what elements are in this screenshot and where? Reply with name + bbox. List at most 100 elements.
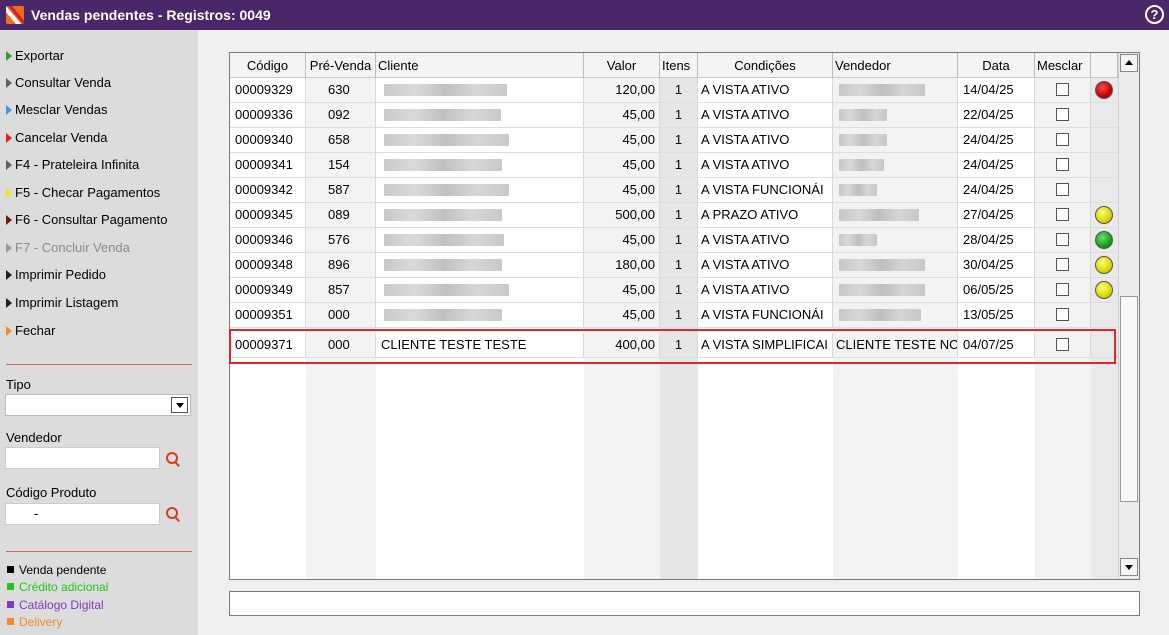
redacted-text (384, 159, 502, 171)
menu-item-1[interactable]: Exportar (6, 48, 64, 70)
cell-valor: 45,00 (584, 153, 660, 177)
orange-arrow-icon (6, 326, 12, 336)
redacted-text (839, 209, 919, 221)
mesclar-checkbox[interactable] (1056, 208, 1069, 221)
cell-vendedor (833, 203, 958, 227)
cell-condicoes: A VISTA ATIVO (698, 228, 833, 252)
vertical-scrollbar[interactable] (1118, 53, 1139, 579)
cell-cliente (376, 178, 584, 202)
menu-item-10[interactable]: Imprimir Listagem (6, 295, 118, 317)
codigo-produto-input[interactable]: - (5, 503, 160, 525)
mesclar-checkbox[interactable] (1056, 233, 1069, 246)
scroll-thumb[interactable] (1120, 296, 1138, 502)
scroll-up-icon[interactable] (1120, 54, 1138, 72)
cell-valor: 500,00 (584, 203, 660, 227)
column-header[interactable] (1091, 53, 1118, 78)
cell-data: 13/05/25 (958, 303, 1035, 327)
table-row[interactable]: 00009341 154 45,00 1 A VISTA ATIVO 24/04/25 (230, 153, 1118, 178)
menu-item-8[interactable]: F7 - Concluir Venda (6, 240, 130, 262)
cell-mesclar (1035, 333, 1091, 357)
cell-cliente (376, 303, 584, 327)
cell-valor: 45,00 (584, 228, 660, 252)
cell-condicoes: A VISTA SIMPLIFICAI (698, 333, 833, 357)
table-row[interactable]: 00009348 896 180,00 1 A VISTA ATIVO 30/04/25 (230, 253, 1118, 278)
menu-item-2[interactable]: Consultar Venda (6, 75, 111, 97)
green-status-icon (1095, 231, 1113, 249)
mesclar-checkbox[interactable] (1056, 133, 1069, 146)
column-header[interactable]: Condições (698, 53, 833, 78)
table-row[interactable]: 00009345 089 500,00 1 A PRAZO ATIVO 27/04/25 (230, 203, 1118, 228)
scroll-down-icon[interactable] (1120, 558, 1138, 576)
redacted-text (384, 309, 502, 321)
codigo-produto-label: Código Produto (6, 485, 97, 500)
menu-item-3[interactable]: Mesclar Vendas (6, 102, 108, 124)
legend-label: Delivery (19, 615, 63, 629)
mesclar-checkbox[interactable] (1056, 338, 1069, 351)
menu-item-6[interactable]: F5 - Checar Pagamentos (6, 185, 160, 207)
column-header[interactable]: Data (958, 53, 1035, 78)
mesclar-checkbox[interactable] (1056, 308, 1069, 321)
cell-data: 30/04/25 (958, 253, 1035, 277)
cell-itens: 1 (660, 203, 698, 227)
legend-swatch-icon (7, 583, 14, 590)
column-header[interactable]: Vendedor (833, 53, 958, 78)
mesclar-checkbox[interactable] (1056, 83, 1069, 96)
cell-valor: 45,00 (584, 178, 660, 202)
cell-status (1091, 333, 1118, 357)
cell-status (1091, 228, 1118, 252)
mesclar-checkbox[interactable] (1056, 108, 1069, 121)
cell-codigo: 00009349 (230, 278, 306, 302)
sidebar-divider-2 (6, 551, 192, 552)
cell-status (1091, 278, 1118, 302)
table-row[interactable]: 00009342 587 45,00 1 A VISTA FUNCIONÁI 24/04/… (230, 178, 1118, 203)
sidebar-divider (6, 364, 192, 365)
cell-vendedor (833, 178, 958, 202)
cell-mesclar (1035, 253, 1091, 277)
mesclar-checkbox[interactable] (1056, 158, 1069, 171)
menu-item-5[interactable]: F4 - Prateleira Infinita (6, 157, 139, 179)
table-row[interactable]: 00009351 000 45,00 1 A VISTA FUNCIONÁI 13/05/… (230, 303, 1118, 328)
cell-codigo: 00009340 (230, 128, 306, 152)
redacted-text (839, 134, 887, 146)
redacted-text (384, 184, 509, 196)
table-row[interactable]: 00009349 857 45,00 1 A VISTA ATIVO 06/05/25 (230, 278, 1118, 303)
menu-item-7[interactable]: F6 - Consultar Pagamento (6, 212, 167, 234)
menu-item-label: F7 - Concluir Venda (15, 240, 130, 255)
help-icon[interactable]: ? (1145, 5, 1164, 24)
table-row[interactable]: 00009346 576 45,00 1 A VISTA ATIVO 28/04/25 (230, 228, 1118, 253)
table-row[interactable]: 00009336 092 45,00 1 A VISTA ATIVO 22/04/25 (230, 103, 1118, 128)
column-header[interactable]: Pré-Venda (306, 53, 376, 78)
menu-item-11[interactable]: Fechar (6, 323, 55, 345)
mesclar-checkbox[interactable] (1056, 183, 1069, 196)
cell-prevenda: 000 (306, 303, 376, 327)
codigo-produto-search-icon[interactable] (166, 507, 180, 521)
cell-data: 14/04/25 (958, 78, 1035, 102)
column-header[interactable]: Cliente (376, 53, 584, 78)
table-row[interactable]: 00009329 630 120,00 1 A VISTA ATIVO 14/04/25 (230, 78, 1118, 103)
menu-item-4[interactable]: Cancelar Venda (6, 130, 108, 152)
tipo-select[interactable] (5, 394, 191, 416)
vendedor-search-icon[interactable] (166, 452, 180, 466)
menu-item-label: Exportar (15, 48, 65, 63)
table-row[interactable]: 00009340 658 45,00 1 A VISTA ATIVO 24/04/25 (230, 128, 1118, 153)
mesclar-checkbox[interactable] (1056, 258, 1069, 271)
menu-item-label: Imprimir Listagem (15, 295, 119, 310)
legend-swatch-icon (7, 566, 14, 573)
column-header[interactable]: Código (230, 53, 306, 78)
cell-codigo: 00009348 (230, 253, 306, 277)
cell-mesclar (1035, 203, 1091, 227)
menu-item-9[interactable]: Imprimir Pedido (6, 267, 106, 289)
cell-codigo: 00009351 (230, 303, 306, 327)
cell-data: 06/05/25 (958, 278, 1035, 302)
cell-vendedor (833, 228, 958, 252)
green-arrow-icon (6, 51, 12, 61)
column-header[interactable]: Valor (584, 53, 660, 78)
cell-valor: 45,00 (584, 278, 660, 302)
column-header[interactable]: Itens (660, 53, 698, 78)
vendedor-input[interactable] (5, 447, 160, 469)
column-header[interactable]: Mesclar (1035, 53, 1091, 78)
chevron-down-icon[interactable] (171, 397, 188, 413)
redacted-text (839, 234, 877, 246)
table-row[interactable]: 00009371 000 CLIENTE TESTE TESTE 400,00 1 A V… (230, 333, 1118, 358)
mesclar-checkbox[interactable] (1056, 283, 1069, 296)
